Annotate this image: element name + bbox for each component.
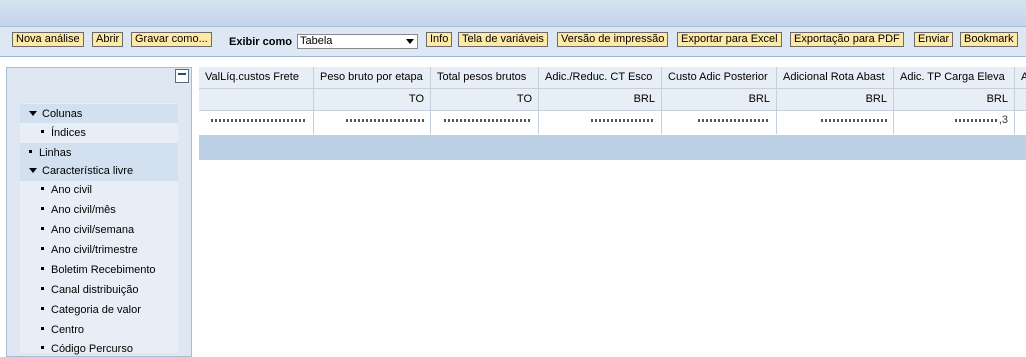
open-button[interactable]: Abrir — [92, 32, 124, 47]
column-header[interactable]: ValLíq.custos Frete — [199, 67, 314, 88]
expanded-triangle-icon — [29, 168, 37, 173]
analysis-toolbar: Nova análise Abrir Gravar como... Exibir… — [0, 27, 1026, 57]
data-cell-obscured — [539, 111, 662, 134]
variables-screen-button[interactable]: Tela de variáveis — [458, 32, 548, 47]
column-header[interactable]: Total pesos brutos — [431, 67, 539, 88]
tree-item-label: Canal distribuição — [51, 284, 139, 296]
tree-item-calendar-year-quarter[interactable]: Ano civil/trimestre — [41, 244, 138, 256]
tree-item-value-category[interactable]: Categoria de valor — [41, 304, 141, 316]
data-cell-obscured — [199, 111, 314, 134]
show-as-select[interactable]: Tabela — [297, 34, 418, 49]
table-footer-band — [199, 135, 1026, 160]
unit-cell: BRL — [894, 89, 1015, 110]
column-header[interactable]: Adicional Rota Abast — [777, 67, 894, 88]
tree-item-label: Código Percurso — [51, 343, 133, 355]
column-header[interactable]: Adic. TP Carga Eleva — [894, 67, 1015, 88]
column-header[interactable]: Custo Adic Posterior — [662, 67, 777, 88]
tree-item-label: Ano civil/mês — [51, 204, 116, 216]
tree-item-label: Característica livre — [42, 165, 134, 177]
tree-item-label: Boletim Recebimento — [51, 264, 156, 276]
unit-cell — [199, 89, 314, 110]
window-title-bar — [0, 0, 1026, 27]
collapse-panel-icon[interactable] — [175, 69, 189, 83]
tree-item-plant[interactable]: Centro — [41, 324, 84, 336]
bullet-icon — [41, 207, 44, 210]
bullet-icon — [41, 327, 44, 330]
chevron-down-icon — [406, 39, 414, 44]
bullet-icon — [41, 346, 44, 349]
data-cell-partial: ,3 — [894, 111, 1015, 134]
tree-item-receipt-bulletin[interactable]: Boletim Recebimento — [41, 264, 156, 276]
bullet-icon — [29, 150, 32, 153]
tree-item-indices[interactable]: Índices — [41, 127, 86, 139]
table-unit-row: TO TO BRL BRL BRL BRL — [199, 89, 1026, 111]
tree-item-columns[interactable]: Colunas — [29, 108, 82, 120]
tree-item-label: Ano civil/trimestre — [51, 244, 138, 256]
save-as-button[interactable]: Gravar como... — [131, 32, 212, 47]
tree-item-label: Centro — [51, 324, 85, 336]
unit-cell: BRL — [777, 89, 894, 110]
data-cell-tail: ,3 — [998, 114, 1008, 126]
tree-item-rows[interactable]: Linhas — [29, 147, 71, 159]
bullet-icon — [41, 187, 44, 190]
bookmark-button[interactable]: Bookmark — [960, 32, 1018, 47]
unit-cell — [1015, 89, 1026, 110]
column-header[interactable]: A — [1015, 67, 1026, 88]
tree-item-calendar-year-month[interactable]: Ano civil/mês — [41, 204, 116, 216]
bullet-icon — [41, 130, 44, 133]
tree-item-label: Linhas — [39, 147, 72, 159]
data-cell-obscured — [777, 111, 894, 134]
tree-item-label: Categoria de valor — [51, 304, 141, 316]
export-pdf-button[interactable]: Exportação para PDF — [790, 32, 904, 47]
bullet-icon — [41, 287, 44, 290]
bullet-icon — [41, 247, 44, 250]
data-cell-obscured — [431, 111, 539, 134]
expanded-triangle-icon — [29, 111, 37, 116]
export-excel-button[interactable]: Exportar para Excel — [677, 32, 782, 47]
bullet-icon — [41, 267, 44, 270]
new-analysis-button[interactable]: Nova análise — [12, 32, 84, 47]
unit-cell: BRL — [662, 89, 777, 110]
show-as-value: Tabela — [300, 35, 333, 47]
tree-item-label: Ano civil/semana — [51, 224, 135, 236]
show-as-label: Exibir como — [229, 36, 292, 48]
info-button[interactable]: Info — [426, 32, 453, 47]
column-header[interactable]: Peso bruto por etapa — [314, 67, 431, 88]
unit-cell: TO — [314, 89, 431, 110]
send-button[interactable]: Enviar — [914, 32, 954, 47]
results-table: ValLíq.custos Frete Peso bruto por etapa… — [199, 67, 1026, 160]
tree-item-label: Ano civil — [51, 184, 92, 196]
tree-item-calendar-year-week[interactable]: Ano civil/semana — [41, 224, 134, 236]
unit-cell: BRL — [539, 89, 662, 110]
print-version-button[interactable]: Versão de impressão — [557, 32, 669, 47]
tree-item-free-characteristics[interactable]: Característica livre — [29, 165, 133, 177]
data-cell-obscured — [314, 111, 431, 134]
column-header[interactable]: Adic./Reduc. CT Esco — [539, 67, 662, 88]
data-cell-obscured — [662, 111, 777, 134]
bullet-icon — [41, 227, 44, 230]
unit-cell: TO — [431, 89, 539, 110]
tree-item-label: Colunas — [42, 108, 83, 120]
tree-item-distribution-channel[interactable]: Canal distribuição — [41, 284, 138, 296]
table-header-row: ValLíq.custos Frete Peso bruto por etapa… — [199, 67, 1026, 89]
tree-item-label: Índices — [51, 127, 86, 139]
tree-item-calendar-year[interactable]: Ano civil — [41, 184, 92, 196]
table-row: ,3 — [199, 111, 1026, 134]
bullet-icon — [41, 307, 44, 310]
tree-item-route-code[interactable]: Código Percurso — [41, 343, 133, 355]
